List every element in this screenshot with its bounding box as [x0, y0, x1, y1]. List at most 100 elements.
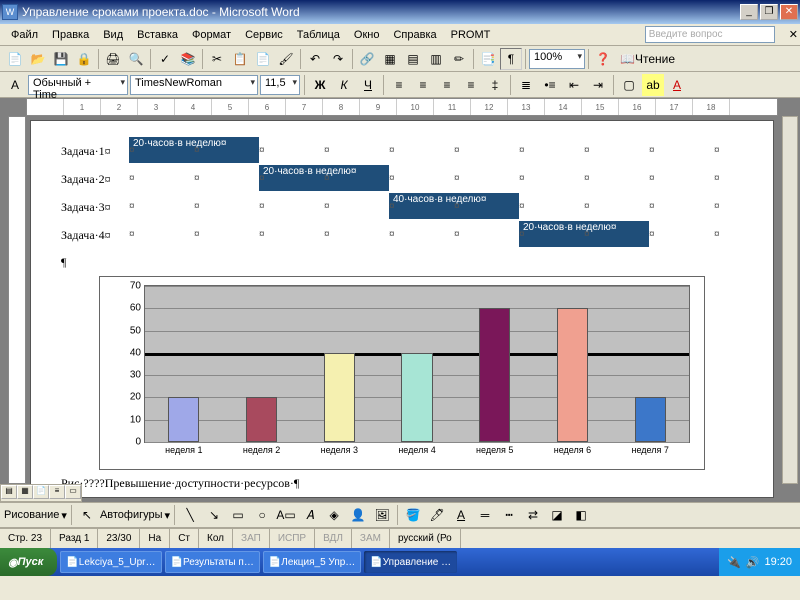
highlight-icon[interactable]: ab: [642, 74, 664, 96]
menu-file[interactable]: Файл: [4, 27, 45, 43]
font-combo[interactable]: TimesNewRoman: [130, 75, 258, 95]
taskbar-item[interactable]: 📄Результаты п…: [165, 551, 260, 573]
line-icon[interactable]: ╲: [179, 504, 201, 526]
line-color-icon[interactable]: 🖊: [426, 504, 448, 526]
web-view-icon[interactable]: ▦: [17, 485, 33, 499]
columns-icon[interactable]: ▥: [425, 48, 447, 70]
new-doc-icon[interactable]: 📄: [4, 48, 26, 70]
horizontal-ruler[interactable]: 123456789101112131415161718: [26, 98, 778, 116]
fontsize-combo[interactable]: 11,5: [260, 75, 300, 95]
vertical-ruler[interactable]: [8, 116, 26, 484]
format-painter-icon[interactable]: 🖌: [275, 48, 297, 70]
spellcheck-icon[interactable]: ✓: [154, 48, 176, 70]
style-combo[interactable]: Обычный + Time: [28, 75, 128, 95]
menu-promt[interactable]: PROMT: [444, 27, 498, 43]
start-button[interactable]: ◉ Пуск: [0, 548, 57, 576]
taskbar-item-active[interactable]: 📄Управление …: [364, 551, 457, 573]
status-ext[interactable]: ВДЛ: [315, 529, 352, 548]
taskbar-item[interactable]: 📄Lekciya_5_Upr…: [60, 551, 161, 573]
menu-tools[interactable]: Сервис: [238, 27, 290, 43]
excel-icon[interactable]: ▤: [402, 48, 424, 70]
hyperlink-icon[interactable]: 🔗: [356, 48, 378, 70]
styles-icon[interactable]: A: [4, 74, 26, 96]
draw-menu[interactable]: Рисование: [4, 509, 59, 521]
cut-icon[interactable]: ✂: [206, 48, 228, 70]
clipart-icon[interactable]: 👤: [347, 504, 369, 526]
doc-close-button[interactable]: ✕: [789, 28, 798, 41]
reading-mode-button[interactable]: 📖 Чтение: [615, 48, 680, 70]
outdent-icon[interactable]: ⇤: [563, 74, 585, 96]
menu-format[interactable]: Формат: [185, 27, 238, 43]
drawing-icon[interactable]: ✏: [448, 48, 470, 70]
font-color2-icon[interactable]: A: [450, 504, 472, 526]
status-trk[interactable]: ИСПР: [270, 529, 315, 548]
3d-icon[interactable]: ◧: [570, 504, 592, 526]
menu-edit[interactable]: Правка: [45, 27, 96, 43]
fill-color-icon[interactable]: 🪣: [402, 504, 424, 526]
research-icon[interactable]: 📚: [177, 48, 199, 70]
taskbar-item[interactable]: 📄Лекция_5 Упр…: [263, 551, 361, 573]
bold-icon[interactable]: Ж: [309, 74, 331, 96]
docmap-icon[interactable]: 📑: [477, 48, 499, 70]
show-marks-icon[interactable]: ¶: [500, 48, 522, 70]
select-icon[interactable]: ↖: [76, 504, 98, 526]
oval-icon[interactable]: ○: [251, 504, 273, 526]
font-color-icon[interactable]: A: [666, 74, 688, 96]
menu-window[interactable]: Окно: [347, 27, 387, 43]
underline-icon[interactable]: Ч: [357, 74, 379, 96]
close-button[interactable]: ✕: [780, 4, 798, 20]
tray-icon[interactable]: 🔌: [727, 556, 741, 569]
status-ovr[interactable]: ЗАМ: [352, 529, 390, 548]
arrow-icon[interactable]: ↘: [203, 504, 225, 526]
line-spacing-icon[interactable]: ‡: [484, 74, 506, 96]
align-right-icon[interactable]: ≡: [436, 74, 458, 96]
tray-icon[interactable]: 🔊: [746, 556, 760, 569]
undo-icon[interactable]: ↶: [304, 48, 326, 70]
rectangle-icon[interactable]: ▭: [227, 504, 249, 526]
dash-style-icon[interactable]: ┅: [498, 504, 520, 526]
paste-icon[interactable]: 📄: [252, 48, 274, 70]
zoom-combo[interactable]: 100%: [529, 49, 585, 69]
preview-icon[interactable]: 🔍: [125, 48, 147, 70]
textbox-icon[interactable]: A▭: [275, 504, 297, 526]
shadow-icon[interactable]: ◪: [546, 504, 568, 526]
tray-clock[interactable]: 19:20: [764, 556, 792, 568]
normal-view-icon[interactable]: ▤: [1, 485, 17, 499]
wordart-icon[interactable]: 𝐴: [299, 504, 321, 526]
italic-icon[interactable]: К: [333, 74, 355, 96]
bullet-list-icon[interactable]: •≡: [539, 74, 561, 96]
help-search-input[interactable]: [645, 26, 775, 43]
status-lang[interactable]: русский (Ро: [390, 529, 461, 548]
picture-icon[interactable]: 🖼: [371, 504, 393, 526]
border-icon[interactable]: ▢: [618, 74, 640, 96]
menu-table[interactable]: Таблица: [290, 27, 347, 43]
menu-view[interactable]: Вид: [96, 27, 130, 43]
arrow-style-icon[interactable]: ⇄: [522, 504, 544, 526]
align-left-icon[interactable]: ≡: [388, 74, 410, 96]
indent-icon[interactable]: ⇥: [587, 74, 609, 96]
numbered-list-icon[interactable]: ≣: [515, 74, 537, 96]
menu-insert[interactable]: Вставка: [130, 27, 185, 43]
print-view-icon[interactable]: 📄: [33, 485, 49, 499]
system-tray[interactable]: 🔌 🔊 19:20: [719, 548, 800, 576]
vertical-scrollbar[interactable]: [782, 116, 798, 484]
minimize-button[interactable]: _: [740, 4, 758, 20]
menu-help[interactable]: Справка: [386, 27, 443, 43]
line-style-icon[interactable]: ═: [474, 504, 496, 526]
permission-icon[interactable]: 🔒: [73, 48, 95, 70]
copy-icon[interactable]: 📋: [229, 48, 251, 70]
align-center-icon[interactable]: ≡: [412, 74, 434, 96]
outline-view-icon[interactable]: ≡: [49, 485, 65, 499]
print-icon[interactable]: 🖨: [102, 48, 124, 70]
open-icon[interactable]: 📂: [27, 48, 49, 70]
help-icon[interactable]: ❓: [592, 48, 614, 70]
diagram-icon[interactable]: ◈: [323, 504, 345, 526]
redo-icon[interactable]: ↷: [327, 48, 349, 70]
document-page[interactable]: Задача·1¤20·часов·в неделю¤¤¤¤¤¤¤¤¤¤¤Зад…: [30, 120, 774, 498]
maximize-button[interactable]: ❐: [760, 4, 778, 20]
align-justify-icon[interactable]: ≡: [460, 74, 482, 96]
save-icon[interactable]: 💾: [50, 48, 72, 70]
status-rec[interactable]: ЗАП: [233, 529, 270, 548]
reading-view-icon[interactable]: ▭: [65, 485, 81, 499]
autoshapes-menu[interactable]: Автофигуры: [100, 509, 163, 521]
